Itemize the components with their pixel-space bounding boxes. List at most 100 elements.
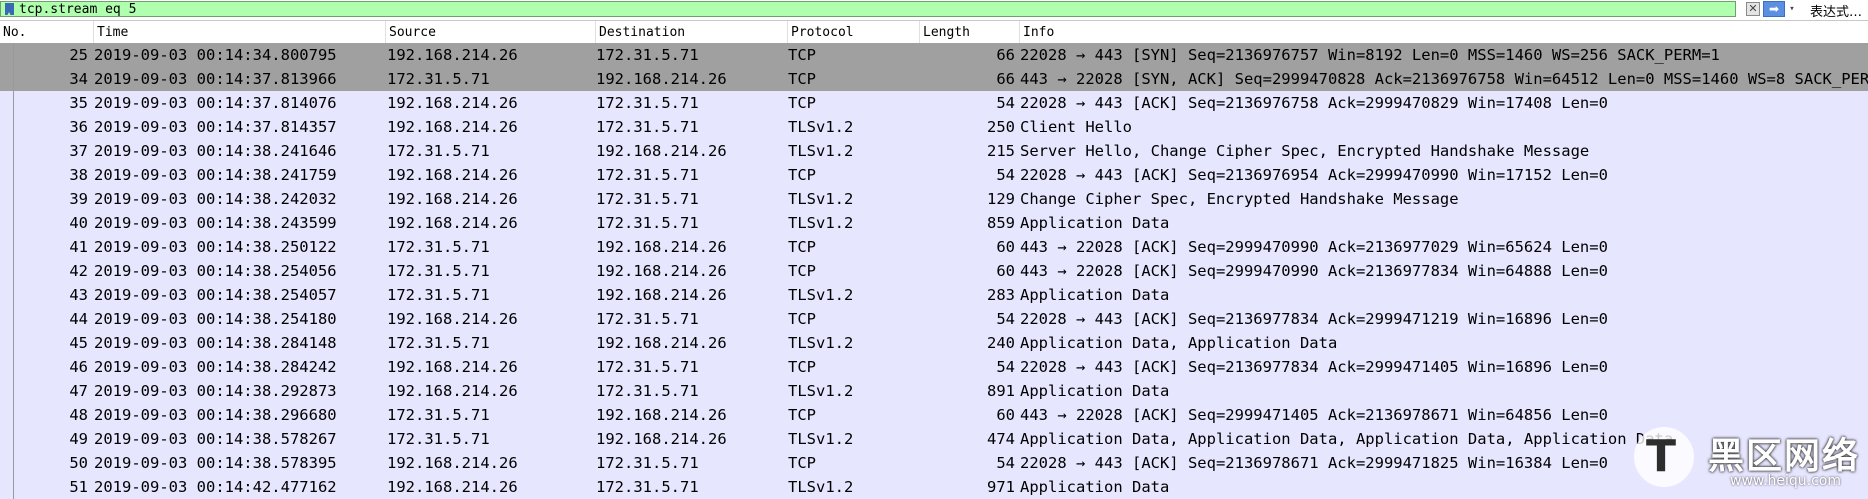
packet-row[interactable]: 36 2019-09-03 00:14:37.814357 192.168.214.…	[0, 115, 1868, 139]
packet-destination: 192.168.214.26	[596, 406, 727, 424]
display-filter-input[interactable]: tcp.stream eq 5	[0, 1, 1736, 17]
packet-number: 35	[69, 94, 88, 112]
packet-row[interactable]: 51 2019-09-03 00:14:42.477162 192.168.214.…	[0, 475, 1868, 499]
packet-info: 443 → 22028 [ACK] Seq=2999470990 Ack=213…	[1020, 262, 1608, 280]
packet-number: 25	[69, 46, 88, 64]
packet-row[interactable]: 25 2019-09-03 00:14:34.800795 192.168.214.…	[0, 43, 1868, 67]
packet-protocol: TCP	[788, 310, 816, 328]
column-header-no[interactable]: No.	[0, 21, 93, 43]
packet-info: 22028 → 443 [SYN] Seq=2136976757 Win=819…	[1020, 46, 1720, 64]
packet-info: 22028 → 443 [ACK] Seq=2136976758 Ack=299…	[1020, 94, 1608, 112]
packet-length: 54	[996, 94, 1015, 112]
packet-protocol: TLSv1.2	[788, 430, 854, 448]
packet-row[interactable]: 50 2019-09-03 00:14:38.578395 192.168.214.…	[0, 451, 1868, 475]
packet-row[interactable]: 42 2019-09-03 00:14:38.254056 172.31.5.71 1…	[0, 259, 1868, 283]
packet-number: 45	[69, 334, 88, 352]
packet-number: 39	[69, 190, 88, 208]
packet-row[interactable]: 39 2019-09-03 00:14:38.242032 192.168.214.…	[0, 187, 1868, 211]
packet-info: 22028 → 443 [ACK] Seq=2136977834 Ack=299…	[1020, 358, 1608, 376]
packet-protocol: TLSv1.2	[788, 142, 854, 160]
packet-row[interactable]: 46 2019-09-03 00:14:38.284242 192.168.214.…	[0, 355, 1868, 379]
packet-protocol: TCP	[788, 46, 816, 64]
packet-number: 50	[69, 454, 88, 472]
packet-time: 2019-09-03 00:14:37.814076	[94, 94, 337, 112]
packet-time: 2019-09-03 00:14:38.578267	[94, 430, 337, 448]
packet-row[interactable]: 40 2019-09-03 00:14:38.243599 192.168.214.…	[0, 211, 1868, 235]
packet-time: 2019-09-03 00:14:38.242032	[94, 190, 337, 208]
packet-number: 46	[69, 358, 88, 376]
column-header-time[interactable]: Time	[93, 21, 385, 43]
packet-time: 2019-09-03 00:14:38.254056	[94, 262, 337, 280]
packet-row[interactable]: 41 2019-09-03 00:14:38.250122 172.31.5.71 1…	[0, 235, 1868, 259]
packet-info: 22028 → 443 [ACK] Seq=2136976954 Ack=299…	[1020, 166, 1608, 184]
packet-row[interactable]: 35 2019-09-03 00:14:37.814076 192.168.214.…	[0, 91, 1868, 115]
packet-row[interactable]: 37 2019-09-03 00:14:38.241646 172.31.5.71 1…	[0, 139, 1868, 163]
packet-destination: 192.168.214.26	[596, 430, 727, 448]
clear-filter-button[interactable]: ✕	[1746, 2, 1760, 16]
packet-row[interactable]: 45 2019-09-03 00:14:38.284148 172.31.5.71 1…	[0, 331, 1868, 355]
packet-number: 40	[69, 214, 88, 232]
site-watermark: T 黑区网络 www.heiqu.com	[1634, 425, 1868, 492]
packet-row[interactable]: 43 2019-09-03 00:14:38.254057 172.31.5.71 1…	[0, 283, 1868, 307]
column-header-source[interactable]: Source	[385, 21, 595, 43]
packet-protocol: TCP	[788, 262, 816, 280]
column-header-info[interactable]: Info	[1019, 21, 1868, 43]
packet-protocol: TLSv1.2	[788, 118, 854, 136]
packet-row[interactable]: 47 2019-09-03 00:14:38.292873 192.168.214.…	[0, 379, 1868, 403]
packet-source: 192.168.214.26	[387, 310, 518, 328]
packet-length: 891	[987, 382, 1015, 400]
packet-source: 172.31.5.71	[387, 142, 490, 160]
filter-bookmark-icon[interactable]	[5, 3, 14, 16]
packet-number: 38	[69, 166, 88, 184]
packet-number: 47	[69, 382, 88, 400]
packet-destination: 172.31.5.71	[596, 214, 699, 232]
packet-time: 2019-09-03 00:14:38.243599	[94, 214, 337, 232]
packet-row[interactable]: 48 2019-09-03 00:14:38.296680 172.31.5.71 1…	[0, 403, 1868, 427]
packet-length: 971	[987, 478, 1015, 496]
packet-protocol: TCP	[788, 70, 816, 88]
watermark-logo-mark: T	[1646, 431, 1677, 482]
packet-source: 192.168.214.26	[387, 454, 518, 472]
watermark-url: www.heiqu.com	[1730, 473, 1842, 489]
packet-destination: 172.31.5.71	[596, 46, 699, 64]
packet-length: 60	[996, 262, 1015, 280]
apply-filter-button[interactable]: ➡	[1763, 1, 1785, 17]
packet-time: 2019-09-03 00:14:38.292873	[94, 382, 337, 400]
packet-destination: 172.31.5.71	[596, 310, 699, 328]
packet-row[interactable]: 38 2019-09-03 00:14:38.241759 192.168.214.…	[0, 163, 1868, 187]
packet-protocol: TCP	[788, 358, 816, 376]
packet-protocol: TLSv1.2	[788, 214, 854, 232]
packet-row[interactable]: 34 2019-09-03 00:14:37.813966 172.31.5.71 1…	[0, 67, 1868, 91]
packet-destination: 172.31.5.71	[596, 358, 699, 376]
packet-length: 215	[987, 142, 1015, 160]
packet-length: 859	[987, 214, 1015, 232]
packet-length: 54	[996, 454, 1015, 472]
packet-length: 283	[987, 286, 1015, 304]
column-header-length[interactable]: Length	[919, 21, 1019, 43]
packet-source: 192.168.214.26	[387, 94, 518, 112]
packet-source: 192.168.214.26	[387, 190, 518, 208]
packet-number: 41	[69, 238, 88, 256]
packet-number: 51	[69, 478, 88, 496]
packet-length: 60	[996, 406, 1015, 424]
packet-length: 66	[996, 70, 1015, 88]
packet-source: 172.31.5.71	[387, 406, 490, 424]
packet-row[interactable]: 44 2019-09-03 00:14:38.254180 192.168.214.…	[0, 307, 1868, 331]
packet-time: 2019-09-03 00:14:38.296680	[94, 406, 337, 424]
column-header-destination[interactable]: Destination	[595, 21, 787, 43]
packet-info: 443 → 22028 [ACK] Seq=2999470990 Ack=213…	[1020, 238, 1608, 256]
packet-time: 2019-09-03 00:14:38.241646	[94, 142, 337, 160]
packet-time: 2019-09-03 00:14:38.284242	[94, 358, 337, 376]
packet-source: 172.31.5.71	[387, 430, 490, 448]
filter-history-dropdown[interactable]: ▾	[1787, 2, 1797, 16]
packet-row[interactable]: 49 2019-09-03 00:14:38.578267 172.31.5.71 1…	[0, 427, 1868, 451]
display-filter-value[interactable]: tcp.stream eq 5	[19, 2, 136, 17]
packet-protocol: TLSv1.2	[788, 334, 854, 352]
packet-time: 2019-09-03 00:14:38.254180	[94, 310, 337, 328]
packet-destination: 172.31.5.71	[596, 94, 699, 112]
packet-info: Application Data	[1020, 214, 1170, 232]
packet-number: 44	[69, 310, 88, 328]
column-header-protocol[interactable]: Protocol	[787, 21, 919, 43]
packet-info: Server Hello, Change Cipher Spec, Encryp…	[1020, 142, 1590, 160]
expression-button[interactable]: 表达式…	[1810, 1, 1862, 20]
